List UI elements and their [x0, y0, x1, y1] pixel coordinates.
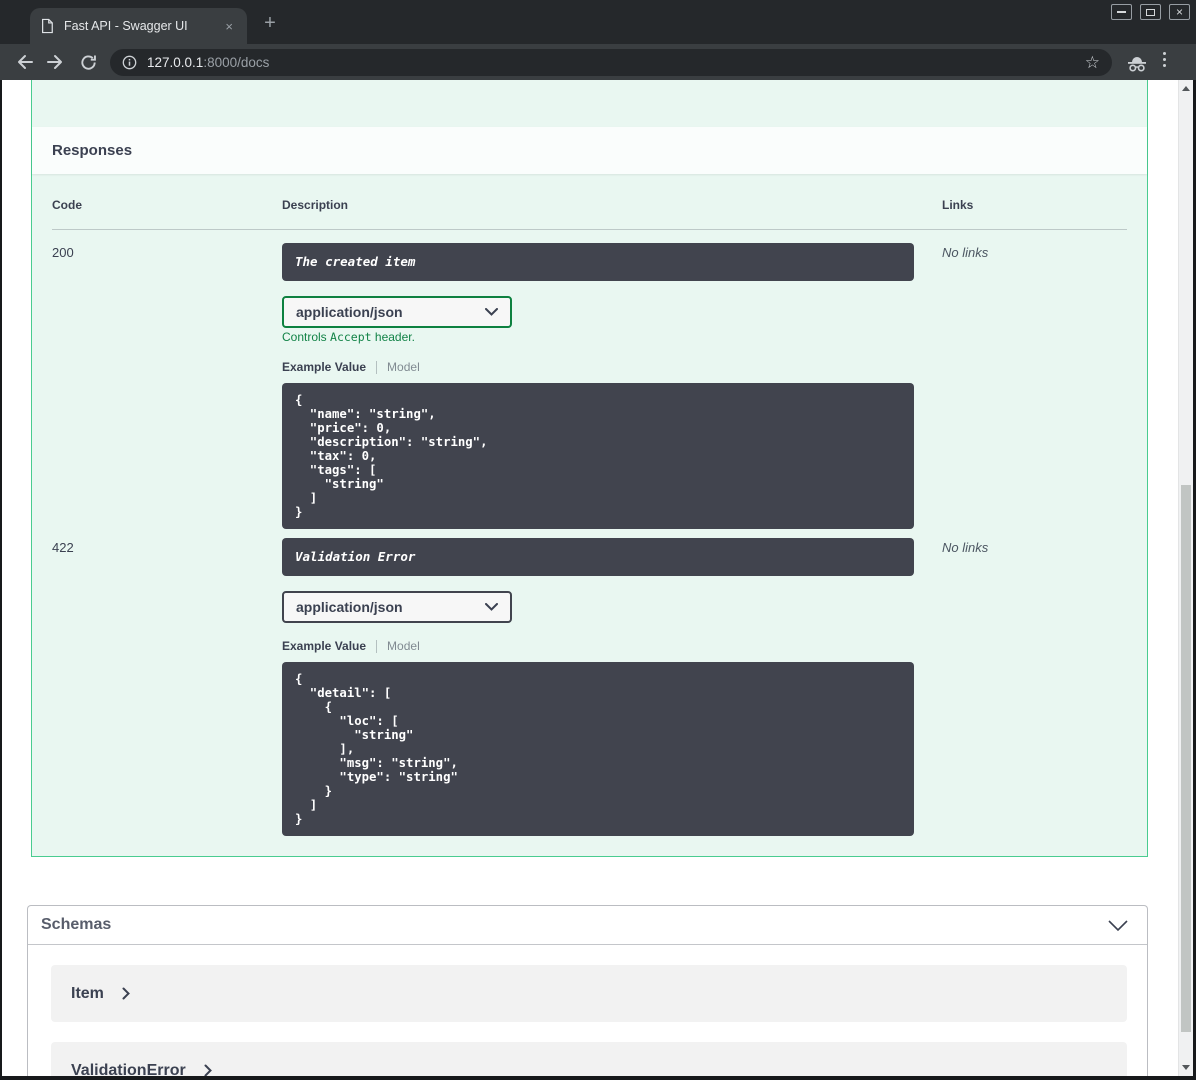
responses-section-header: Responses [32, 127, 1147, 174]
example-model-tabs: Example Value Model [282, 639, 942, 653]
incognito-icon [1128, 56, 1146, 72]
page-content: Responses Code Description Links 200 The… [2, 80, 1193, 1076]
site-info-icon [122, 55, 137, 70]
model-name: Item [71, 984, 104, 1002]
tab-model[interactable]: Model [387, 360, 420, 374]
media-type-select[interactable]: application/json [282, 296, 512, 328]
tab-close-icon[interactable]: × [221, 18, 237, 35]
response-row-422: 422 Validation Error application/json Ex… [52, 538, 1127, 836]
tab-title: Fast API - Swagger UI [64, 19, 188, 33]
responses-table: Code Description Links 200 The created i… [32, 174, 1147, 836]
forward-arrow-icon [47, 55, 62, 69]
schemas-header[interactable]: Schemas [28, 906, 1147, 945]
minimize-icon [1117, 11, 1126, 13]
col-header-code: Code [52, 198, 82, 212]
response-description-text: The created item [295, 254, 416, 269]
example-model-tabs: Example Value Model [282, 360, 942, 374]
model-item[interactable]: Item [51, 965, 1127, 1022]
chevron-down-icon [485, 308, 498, 316]
browser-tab[interactable]: Fast API - Swagger UI × [30, 8, 247, 44]
example-json-block: { "detail": [ { "loc": [ "string" ], "ms… [282, 662, 914, 836]
model-validationerror[interactable]: ValidationError [51, 1042, 1127, 1076]
example-json-text: { "name": "string", "price": 0, "descrip… [295, 393, 488, 519]
response-description-box: The created item [282, 243, 914, 281]
response-description-box: Validation Error [282, 538, 914, 576]
url-path: :8000/docs [203, 55, 270, 70]
forward-button[interactable] [44, 50, 68, 74]
chevron-down-icon[interactable] [1107, 919, 1129, 932]
vertical-scrollbar[interactable] [1178, 80, 1193, 1076]
response-description-text: Validation Error [295, 549, 416, 564]
back-button[interactable] [12, 50, 36, 74]
minimize-button[interactable] [1111, 4, 1132, 20]
tab-divider [376, 360, 378, 374]
close-icon: × [1175, 4, 1183, 19]
reload-icon [80, 54, 96, 70]
kebab-dot [1163, 63, 1167, 68]
response-code: 200 [52, 245, 74, 260]
window-controls: × [1111, 4, 1190, 20]
chevron-down-icon [485, 603, 498, 611]
scroll-up-arrow-icon[interactable] [1182, 86, 1190, 91]
url-text: 127.0.0.1:8000/docs [147, 55, 269, 70]
chevron-right-icon[interactable] [122, 987, 130, 1000]
new-tab-button[interactable]: + [258, 11, 282, 35]
col-header-links: Links [942, 198, 974, 212]
response-description-cell: The created item application/json Contro… [282, 243, 942, 529]
back-arrow-icon [18, 55, 33, 69]
bookmark-star-icon[interactable]: ☆ [1085, 53, 1100, 73]
scroll-down-arrow-icon[interactable] [1182, 1065, 1190, 1070]
close-button[interactable]: × [1169, 4, 1190, 20]
responses-table-header: Code Description Links [52, 198, 1127, 230]
tab-divider [376, 639, 378, 653]
example-json-block: { "name": "string", "price": 0, "descrip… [282, 383, 914, 529]
media-type-select[interactable]: application/json [282, 591, 512, 623]
tab-example-value[interactable]: Example Value [282, 639, 366, 653]
response-row-200: 200 The created item application/json Co… [52, 243, 1127, 529]
url-host: 127.0.0.1 [147, 55, 204, 70]
note-suffix: header. [371, 330, 415, 344]
tab-model[interactable]: Model [387, 639, 420, 653]
chevron-right-icon[interactable] [204, 1064, 212, 1076]
media-type-value: application/json [296, 304, 403, 320]
kebab-dot [1163, 52, 1167, 56]
media-type-value: application/json [296, 599, 403, 615]
browser-menu-button[interactable] [1163, 52, 1167, 68]
kebab-dot [1163, 57, 1167, 62]
col-header-description: Description [282, 198, 349, 212]
note-prefix: Controls [282, 330, 331, 344]
maximize-button[interactable] [1140, 4, 1161, 20]
response-links: No links [942, 245, 989, 260]
schemas-section: Schemas Item ValidationError [27, 905, 1148, 1076]
tab-example-value[interactable]: Example Value [282, 360, 366, 374]
schemas-body: Item ValidationError [28, 945, 1147, 1076]
controls-accept-note: Controls Accept header. [282, 330, 942, 344]
schemas-title: Schemas [41, 916, 112, 933]
response-code: 422 [52, 540, 74, 555]
window-titlebar: Fast API - Swagger UI × + × [0, 0, 1196, 44]
page-favicon-icon [42, 18, 53, 34]
maximize-icon [1146, 8, 1155, 16]
url-bar[interactable]: 127.0.0.1:8000/docs ☆ [110, 49, 1112, 76]
model-name: ValidationError [71, 1061, 186, 1077]
reload-button[interactable] [76, 50, 100, 74]
scrollbar-thumb[interactable] [1181, 485, 1191, 1032]
response-links: No links [942, 540, 989, 555]
note-code: Accept [330, 330, 372, 344]
incognito-badge [1125, 51, 1149, 75]
responses-opblock: Responses Code Description Links 200 The… [31, 80, 1148, 857]
response-description-cell: Validation Error application/json Exampl… [282, 538, 942, 836]
example-json-text: { "detail": [ { "loc": [ "string" ], "ms… [295, 672, 458, 826]
responses-title: Responses [52, 142, 133, 159]
